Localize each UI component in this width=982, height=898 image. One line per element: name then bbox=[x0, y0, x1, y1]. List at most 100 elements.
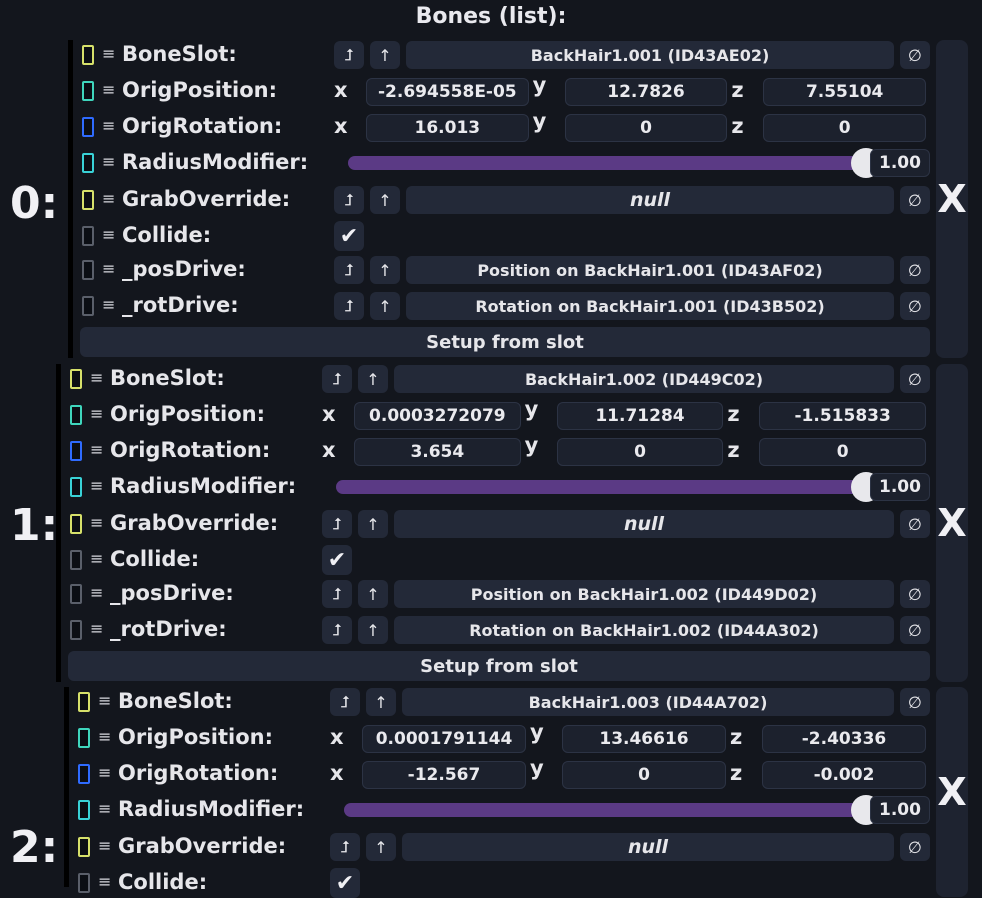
drag-handle-icon[interactable]: ≡ bbox=[90, 476, 103, 496]
clear-reference-button[interactable]: ∅ bbox=[900, 186, 930, 214]
radius-slider-track[interactable] bbox=[344, 803, 866, 817]
drag-handle-icon[interactable]: ≡ bbox=[102, 80, 115, 100]
vector-x-input[interactable]: -2.694558E-05 bbox=[366, 78, 529, 106]
radius-slider-track[interactable] bbox=[348, 156, 866, 170]
open-reference-button[interactable]: ⮥ bbox=[334, 186, 364, 214]
bone-slot-reference-field[interactable]: BackHair1.002 (ID449C02) bbox=[394, 365, 894, 393]
pos-drive-reference-field[interactable]: Position on BackHair1.002 (ID449D02) bbox=[394, 580, 894, 608]
drag-handle-icon[interactable]: ≡ bbox=[90, 368, 103, 388]
field-label: Collide: bbox=[122, 223, 212, 247]
open-reference-button[interactable]: ⮥ bbox=[322, 510, 352, 538]
open-reference-button[interactable]: ⮥ bbox=[334, 256, 364, 284]
radius-value-input[interactable]: 1.00 bbox=[870, 796, 930, 824]
radius-value-input[interactable]: 1.00 bbox=[870, 149, 930, 177]
radius-value-input[interactable]: 1.00 bbox=[870, 473, 930, 501]
move-up-button[interactable]: ↑ bbox=[366, 833, 396, 861]
move-up-button[interactable]: ↑ bbox=[370, 256, 400, 284]
open-reference-button[interactable]: ⮥ bbox=[334, 292, 364, 320]
vector-z-input[interactable]: -0.002 bbox=[762, 761, 926, 789]
clear-reference-button[interactable]: ∅ bbox=[900, 688, 930, 716]
open-reference-button[interactable]: ⮥ bbox=[330, 833, 360, 861]
vector-x-input[interactable]: 3.654 bbox=[354, 438, 521, 466]
move-up-button[interactable]: ↑ bbox=[358, 510, 388, 538]
drag-handle-icon[interactable]: ≡ bbox=[90, 513, 103, 533]
rot-drive-reference-field[interactable]: Rotation on BackHair1.002 (ID44A302) bbox=[394, 616, 894, 644]
clear-reference-button[interactable]: ∅ bbox=[900, 365, 930, 393]
drag-handle-icon[interactable]: ≡ bbox=[102, 189, 115, 209]
drag-handle-icon[interactable]: ≡ bbox=[90, 549, 103, 569]
field-row-radius-modifier: ≡ RadiusModifier: 1.00 bbox=[0, 795, 982, 825]
move-up-button[interactable]: ↑ bbox=[358, 580, 388, 608]
rot-drive-reference-field[interactable]: Rotation on BackHair1.001 (ID43B502) bbox=[406, 292, 894, 320]
vector-z-input[interactable]: 0 bbox=[759, 438, 926, 466]
clear-reference-button[interactable]: ∅ bbox=[900, 580, 930, 608]
clear-reference-button[interactable]: ∅ bbox=[900, 256, 930, 284]
drag-handle-icon[interactable]: ≡ bbox=[90, 583, 103, 603]
grab-override-reference-field[interactable]: null bbox=[406, 186, 894, 214]
open-reference-button[interactable]: ⮥ bbox=[334, 41, 364, 69]
open-reference-button[interactable]: ⮥ bbox=[322, 365, 352, 393]
collide-checkbox[interactable]: ✔ bbox=[322, 545, 352, 575]
setup-from-slot-button[interactable]: Setup from slot bbox=[80, 327, 930, 357]
grab-override-reference-field[interactable]: null bbox=[402, 833, 894, 861]
vector-y-input[interactable]: 12.7826 bbox=[564, 78, 728, 106]
clear-reference-button[interactable]: ∅ bbox=[900, 292, 930, 320]
field-row-bone-slot: ≡ BoneSlot: ⮥ ↑ BackHair1.002 (ID449C02) ∅ bbox=[0, 364, 982, 394]
collide-checkbox[interactable]: ✔ bbox=[330, 868, 360, 898]
open-reference-button[interactable]: ⮥ bbox=[322, 616, 352, 644]
clear-reference-button[interactable]: ∅ bbox=[900, 510, 930, 538]
vector-x-input[interactable]: 16.013 bbox=[366, 114, 529, 142]
pos-drive-reference-field[interactable]: Position on BackHair1.001 (ID43AF02) bbox=[406, 256, 894, 284]
field-row-pos-drive: ≡ _posDrive: ⮥ ↑ Position on BackHair1.001 (… bbox=[0, 255, 982, 285]
move-up-button[interactable]: ↑ bbox=[366, 688, 396, 716]
vector-z-input[interactable]: -2.40336 bbox=[762, 725, 926, 753]
drag-handle-icon[interactable]: ≡ bbox=[102, 259, 115, 279]
drag-handle-icon[interactable]: ≡ bbox=[98, 836, 111, 856]
vector-y-input[interactable]: 13.46616 bbox=[562, 725, 726, 753]
drag-handle-icon[interactable]: ≡ bbox=[98, 872, 111, 892]
vector-x-input[interactable]: 0.0001791144 bbox=[362, 725, 526, 753]
drag-handle-icon[interactable]: ≡ bbox=[98, 799, 111, 819]
vector-y-input[interactable]: 0 bbox=[556, 438, 724, 466]
vector-x-input[interactable]: 0.0003272079 bbox=[354, 402, 521, 430]
open-reference-button[interactable]: ⮥ bbox=[330, 688, 360, 716]
collide-checkbox[interactable]: ✔ bbox=[334, 221, 364, 251]
drag-handle-icon[interactable]: ≡ bbox=[102, 116, 115, 136]
vector-y-input[interactable]: 11.71284 bbox=[556, 402, 724, 430]
vector-x-input[interactable]: -12.567 bbox=[362, 761, 526, 789]
vector-z-input[interactable]: 0 bbox=[763, 114, 926, 142]
grab-override-reference-field[interactable]: null bbox=[394, 510, 894, 538]
remove-element-button[interactable]: X bbox=[936, 687, 968, 897]
drag-handle-icon[interactable]: ≡ bbox=[102, 225, 115, 245]
drag-handle-icon[interactable]: ≡ bbox=[90, 619, 103, 639]
clear-reference-button[interactable]: ∅ bbox=[900, 616, 930, 644]
vector-y-input[interactable]: 0 bbox=[562, 761, 726, 789]
drag-handle-icon[interactable]: ≡ bbox=[98, 691, 111, 711]
axis-label-x: x bbox=[330, 725, 344, 749]
clear-reference-button[interactable]: ∅ bbox=[900, 833, 930, 861]
drag-handle-icon[interactable]: ≡ bbox=[102, 44, 115, 64]
vector-z-input[interactable]: 7.55104 bbox=[763, 78, 926, 106]
clear-reference-button[interactable]: ∅ bbox=[900, 41, 930, 69]
vector-z-input[interactable]: -1.515833 bbox=[759, 402, 926, 430]
drag-handle-icon[interactable]: ≡ bbox=[98, 727, 111, 747]
move-up-button[interactable]: ↑ bbox=[370, 292, 400, 320]
move-up-button[interactable]: ↑ bbox=[370, 41, 400, 69]
radius-slider-track[interactable] bbox=[336, 480, 866, 494]
drag-handle-icon[interactable]: ≡ bbox=[90, 440, 103, 460]
open-reference-button[interactable]: ⮥ bbox=[322, 580, 352, 608]
drag-handle-icon[interactable]: ≡ bbox=[98, 763, 111, 783]
axis-label-z: z bbox=[731, 114, 744, 138]
move-up-button[interactable]: ↑ bbox=[370, 186, 400, 214]
drag-handle-icon[interactable]: ≡ bbox=[102, 152, 115, 172]
move-up-button[interactable]: ↑ bbox=[358, 365, 388, 393]
bone-slot-reference-field[interactable]: BackHair1.003 (ID44A702) bbox=[402, 688, 894, 716]
vector-y-input[interactable]: 0 bbox=[564, 114, 728, 142]
field-drive-icon bbox=[70, 620, 82, 640]
drag-handle-icon[interactable]: ≡ bbox=[90, 404, 103, 424]
bones-list-title: Bones (list): bbox=[415, 4, 567, 29]
setup-from-slot-button[interactable]: Setup from slot bbox=[68, 651, 930, 681]
bone-slot-reference-field[interactable]: BackHair1.001 (ID43AE02) bbox=[406, 41, 894, 69]
drag-handle-icon[interactable]: ≡ bbox=[102, 295, 115, 315]
move-up-button[interactable]: ↑ bbox=[358, 616, 388, 644]
